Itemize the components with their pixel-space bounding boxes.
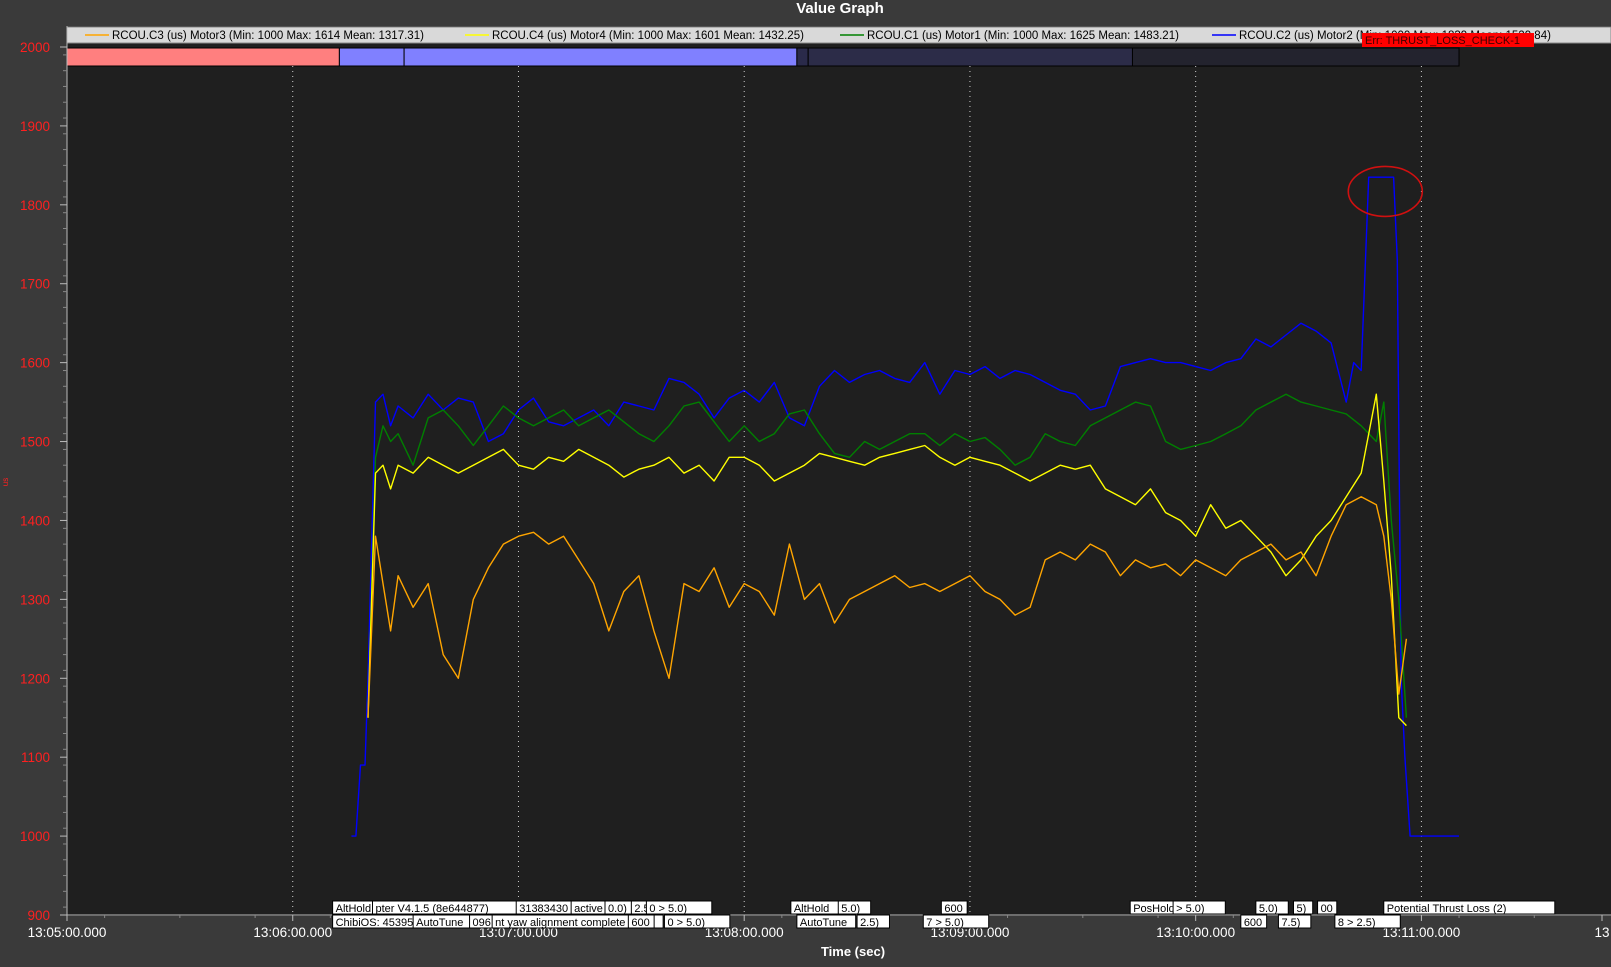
event-label: 0 > 5.0) [649, 903, 687, 915]
y-tick-label: 1200 [20, 671, 50, 686]
x-axis-label: Time (sec) [821, 944, 885, 959]
y-tick-label: 1400 [20, 513, 50, 528]
y-tick-label: 1900 [20, 119, 50, 134]
legend-entry: RCOU.C3 (us) Motor3 (Min: 1000 Max: 1614… [112, 30, 424, 42]
event-label: 600 [1244, 917, 1262, 929]
event-label: 31383430 [519, 903, 568, 915]
y-axis-label: us [1, 478, 10, 486]
y-tick-label: 1800 [20, 198, 50, 213]
y-tick-label: 1500 [20, 435, 50, 450]
event-label: 7.5) [1281, 917, 1300, 929]
y-axis: 900 1000 1100 1200 1300 1400 1500 1600 1700 1800 1… [20, 26, 68, 923]
event-label: 0.0) [608, 903, 627, 915]
event-label: PosHold [1133, 903, 1175, 915]
event-label: AutoTune [416, 917, 463, 929]
chart-title: Value Graph [796, 0, 884, 17]
event-label: Potential Thrust Loss (2) [1387, 903, 1507, 915]
y-tick-label: 2000 [20, 40, 50, 55]
mode-segment [1131, 47, 1460, 67]
event-label: active [574, 903, 603, 915]
x-tick-label: 13:05:00.000 [28, 925, 107, 940]
event-label: 5.0) [1259, 903, 1278, 915]
y-tick-label: 1000 [20, 829, 50, 844]
event-label: AltHold [336, 903, 371, 915]
legend-entry: RCOU.C4 (us) Motor4 (Min: 1000 Max: 1601… [492, 30, 804, 42]
event-label: 096 [473, 917, 491, 929]
event-label: 0 > 5.0) [667, 917, 705, 929]
event-label: ChibiOS: 45395b [336, 917, 420, 929]
y-tick-label: 1100 [21, 750, 50, 765]
y-tick-label: 900 [27, 908, 50, 923]
event-label: > 5.0) [1176, 903, 1204, 915]
event-label: 00 [1321, 903, 1333, 915]
plot-area [67, 26, 1611, 916]
mode-segment [66, 47, 340, 67]
event-label: 600 [944, 903, 962, 915]
event-label: nt yaw alignment complete [495, 917, 625, 929]
x-tick-label: 13:06:00.000 [253, 925, 332, 940]
x-tick-label: 13 [1594, 925, 1609, 940]
y-tick-label: 1700 [20, 277, 50, 292]
x-tick-label: 13:10:00.000 [1156, 925, 1235, 940]
y-tick-label: 1300 [20, 592, 50, 607]
mode-segment [796, 47, 809, 67]
event-label: 7 > 5.0) [926, 917, 964, 929]
value-graph-chart: Value Graph RCOU.C3 (us) Motor3 (Min: 10… [0, 0, 1611, 962]
event-label: AutoTune [800, 917, 847, 929]
mode-segment [338, 47, 405, 67]
mode-segment [403, 47, 798, 67]
event-label: pter V4.1.5 (8e644877) [375, 903, 488, 915]
y-tick-label: 1600 [20, 356, 50, 371]
event-label: 5) [1296, 903, 1306, 915]
chart-svg: Value Graph RCOU.C3 (us) Motor3 (Min: 10… [1, 0, 1611, 959]
event-label: 5.0) [841, 903, 860, 915]
event-label: 600 [631, 917, 649, 929]
mode-segment [807, 47, 1133, 67]
event-label: 8 > 2.5) [1338, 917, 1376, 929]
error-badge-text: Err: THRUST_LOSS_CHECK-1 [1365, 35, 1520, 47]
event-label: AltHold [794, 903, 829, 915]
event-label: 2.5) [860, 917, 879, 929]
flight-mode-bar [66, 47, 1460, 67]
legend-entry: RCOU.C1 (us) Motor1 (Min: 1000 Max: 1625… [867, 30, 1179, 42]
